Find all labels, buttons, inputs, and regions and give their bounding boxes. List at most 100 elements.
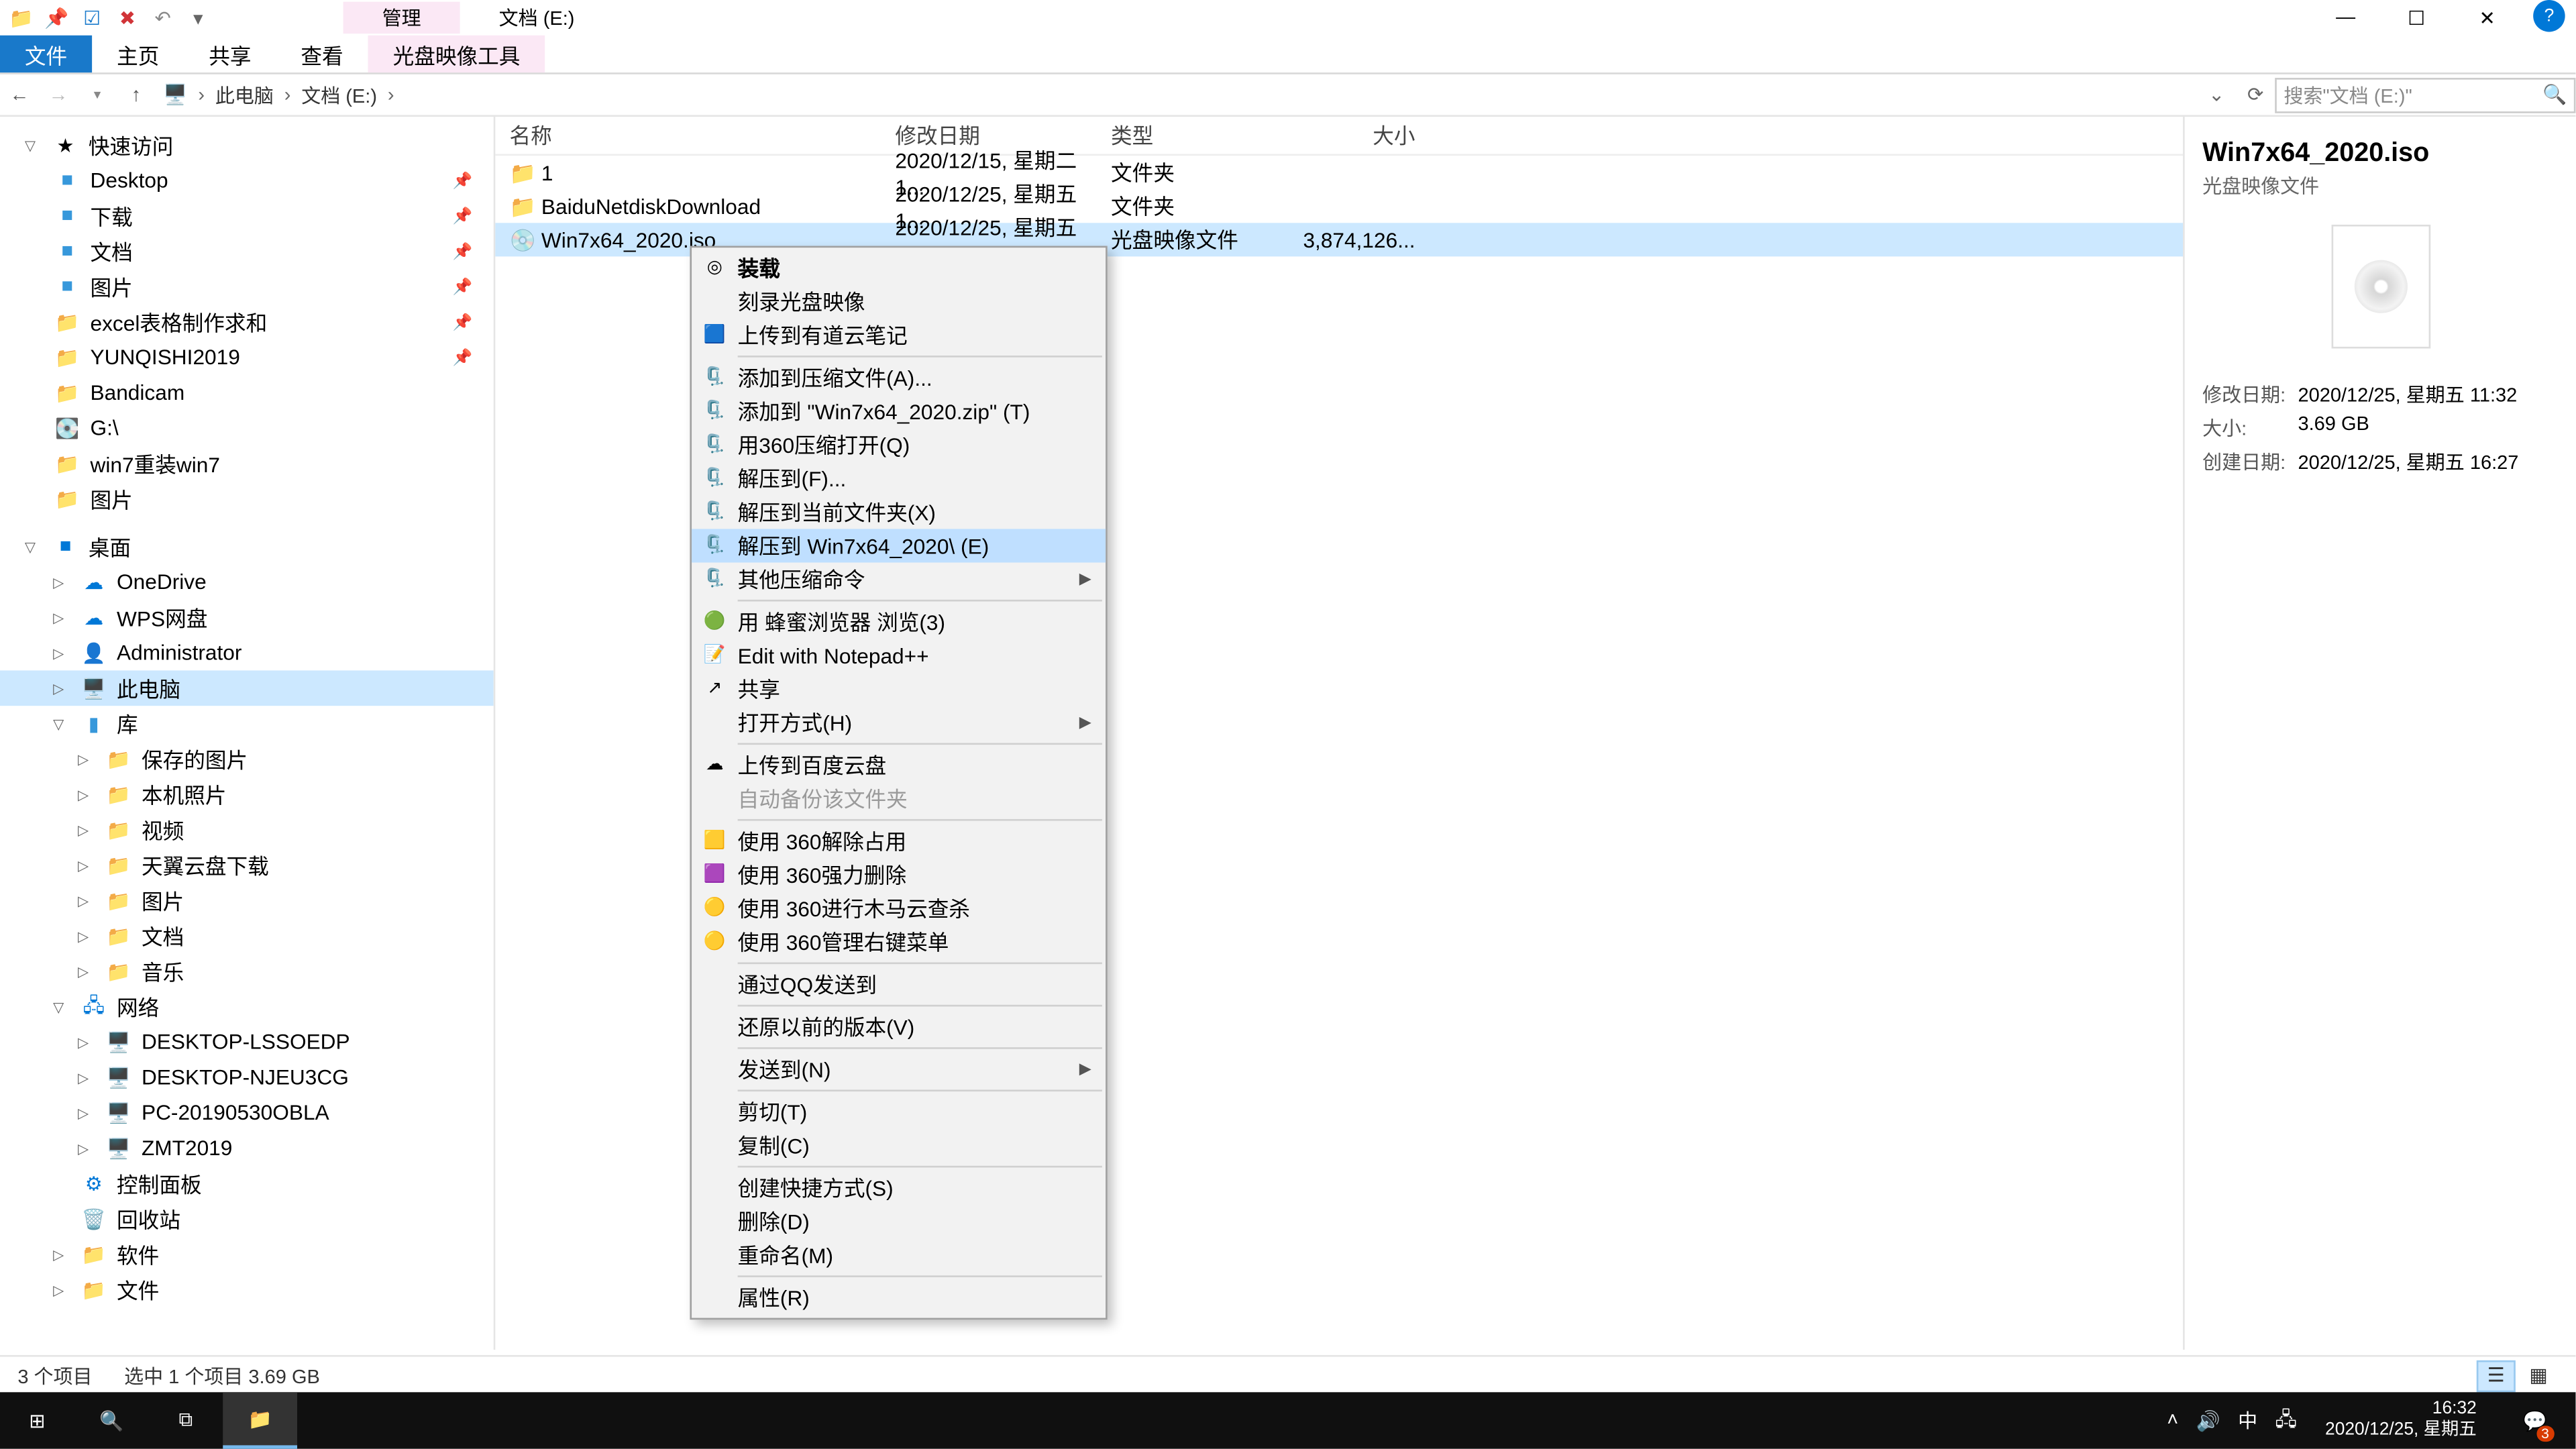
ribbon-tab-disc-tools[interactable]: 光盘映像工具	[368, 36, 545, 72]
qat-pin-icon[interactable]: 📌	[42, 3, 70, 32]
tree-pc1[interactable]: DESKTOP-LSSOEDP	[142, 1030, 350, 1055]
file-row[interactable]: 📁 1 2020/12/15, 星期二 1... 文件夹	[495, 156, 2183, 189]
tree-pc3[interactable]: PC-20190530OBLA	[142, 1100, 329, 1125]
col-type[interactable]: 类型	[1111, 120, 1288, 150]
tree-win7re[interactable]: win7重装win7	[90, 448, 219, 478]
tree-pc2[interactable]: DESKTOP-NJEU3CG	[142, 1065, 349, 1089]
tree-thispc-selected[interactable]: ▷🖥️此电脑	[0, 670, 494, 706]
system-tray[interactable]: ˄ 🔊 中 🖧 16:32 2020/12/25, 星期五 💬3	[2167, 1392, 2575, 1448]
breadcrumb-root-icon[interactable]: 🖥️	[156, 83, 195, 106]
maximize-button[interactable]: ☐	[2381, 0, 2451, 36]
context-menu-item[interactable]: 打开方式(H)▶	[692, 706, 1106, 739]
search-icon[interactable]: 🔍	[2542, 83, 2567, 106]
context-menu-item[interactable]: 剪切(T)	[692, 1095, 1106, 1128]
qat-dropdown-icon[interactable]: ▾	[184, 3, 212, 32]
tray-ime-icon[interactable]: 中	[2238, 1406, 2257, 1434]
tray-volume-icon[interactable]: 🔊	[2196, 1409, 2220, 1432]
tree-video[interactable]: 视频	[142, 814, 184, 845]
context-menu-item[interactable]: 🟪使用 360强力删除	[692, 858, 1106, 892]
refresh-button[interactable]: ⟳	[2236, 83, 2275, 106]
context-menu-item[interactable]: 复制(C)	[692, 1128, 1106, 1162]
ribbon-tab-file[interactable]: 文件	[0, 36, 92, 72]
file-row[interactable]: 📁 BaiduNetdiskDownload 2020/12/25, 星期五 1…	[495, 189, 2183, 223]
tree-ctrl[interactable]: 控制面板	[117, 1169, 202, 1199]
start-button[interactable]: ⊞	[0, 1392, 74, 1448]
qat-properties-icon[interactable]: ☑	[78, 3, 106, 32]
context-menu-item[interactable]: 刻录光盘映像	[692, 285, 1106, 319]
search-input[interactable]: 搜索"文档 (E:)" 🔍	[2275, 77, 2575, 113]
contextual-tab-manage[interactable]: 管理	[343, 2, 460, 34]
tree-pictures2[interactable]: 图片	[90, 484, 132, 514]
tree-wps[interactable]: WPS网盘	[117, 602, 207, 633]
breadcrumb-drive[interactable]: 文档 (E:)	[294, 80, 384, 109]
context-menu-item[interactable]: 删除(D)	[692, 1205, 1106, 1238]
tree-pictures[interactable]: 图片	[90, 272, 132, 302]
context-menu-item[interactable]: 重命名(M)	[692, 1238, 1106, 1272]
explorer-taskbar-icon[interactable]: 📁	[223, 1392, 297, 1448]
nav-forward-button[interactable]: →	[39, 84, 78, 105]
context-menu-item[interactable]: 🟢用 蜂蜜浏览器 浏览(3)	[692, 605, 1106, 639]
ribbon-tab-view[interactable]: 查看	[276, 36, 368, 72]
context-menu-item[interactable]: 还原以前的版本(V)	[692, 1010, 1106, 1044]
col-size[interactable]: 大小	[1288, 120, 1426, 150]
ribbon-tab-home[interactable]: 主页	[92, 36, 184, 72]
breadcrumb-thispc[interactable]: 此电脑	[208, 80, 280, 109]
context-menu-item[interactable]: 🗜️用360压缩打开(Q)	[692, 428, 1106, 462]
nav-up-button[interactable]: ↑	[117, 84, 156, 105]
context-menu-item[interactable]: 🗜️添加到 "Win7x64_2020.zip" (T)	[692, 394, 1106, 428]
context-menu-item[interactable]: ☁上传到百度云盘	[692, 748, 1106, 782]
search-button[interactable]: 🔍	[74, 1392, 149, 1448]
tree-excel[interactable]: excel表格制作求和	[90, 307, 267, 337]
context-menu-item[interactable]: 🟡使用 360进行木马云查杀	[692, 892, 1106, 925]
tree-desktop-cn[interactable]: 桌面	[89, 531, 131, 561]
context-menu-item[interactable]: 🗜️解压到 Win7x64_2020\ (E)	[692, 529, 1106, 562]
tree-downloads[interactable]: 下载	[90, 201, 132, 231]
view-icons-button[interactable]: ▦	[2519, 1360, 2558, 1391]
tree-doc3[interactable]: 文档	[142, 921, 184, 951]
context-menu-item[interactable]: 创建快捷方式(S)	[692, 1171, 1106, 1205]
context-menu-item[interactable]: 🗜️解压到(F)...	[692, 462, 1106, 495]
context-menu[interactable]: ◎装载刻录光盘映像🟦上传到有道云笔记 🗜️添加到压缩文件(A)...🗜️添加到 "…	[690, 246, 1107, 1320]
tree-quickaccess[interactable]: 快速访问	[89, 130, 174, 160]
help-button[interactable]: ?	[2533, 0, 2565, 32]
action-center-button[interactable]: 💬3	[2505, 1392, 2565, 1448]
context-menu-item[interactable]: 🟦上传到有道云笔记	[692, 319, 1106, 352]
address-dropdown-icon[interactable]: ⌄	[2197, 83, 2236, 106]
taskbar[interactable]: ⊞ 🔍 ⧉ 📁 ˄ 🔊 中 🖧 16:32 2020/12/25, 星期五 💬3	[0, 1392, 2575, 1448]
context-menu-item[interactable]: 属性(R)	[692, 1281, 1106, 1314]
qat-delete-icon[interactable]: ✖	[113, 3, 142, 32]
context-menu-item[interactable]: 📝Edit with Notepad++	[692, 639, 1106, 672]
tree-pic3[interactable]: 图片	[142, 885, 184, 916]
context-menu-item[interactable]: 通过QQ发送到	[692, 967, 1106, 1001]
context-menu-item[interactable]: ◎装载	[692, 251, 1106, 284]
context-menu-item[interactable]: 🗜️解压到当前文件夹(X)	[692, 495, 1106, 529]
context-menu-item[interactable]: 🟡使用 360管理右键菜单	[692, 925, 1106, 959]
tree-onedrive[interactable]: OneDrive	[117, 570, 207, 594]
column-headers[interactable]: 名称 修改日期 类型 大小	[495, 117, 2183, 156]
taskbar-clock[interactable]: 16:32 2020/12/25, 星期五	[2314, 1399, 2487, 1442]
navigation-tree[interactable]: ▽★快速访问 ■Desktop📌 ■下载📌 ■文档📌 ■图片📌 excel表格制…	[0, 117, 495, 1350]
tree-documents[interactable]: 文档	[90, 236, 132, 266]
tree-tianyi[interactable]: 天翼云盘下载	[142, 850, 269, 880]
view-details-button[interactable]: ☰	[2477, 1360, 2516, 1391]
context-menu-item[interactable]: 发送到(N)▶	[692, 1053, 1106, 1086]
context-menu-item[interactable]: 🗜️其他压缩命令▶	[692, 563, 1106, 596]
tray-chevron-icon[interactable]: ˄	[2167, 1410, 2178, 1432]
tree-network[interactable]: 网络	[117, 991, 159, 1022]
context-menu-item[interactable]: 🗜️添加到压缩文件(A)...	[692, 361, 1106, 394]
tree-pc4[interactable]: ZMT2019	[142, 1136, 232, 1161]
tree-recycle[interactable]: 回收站	[117, 1203, 180, 1234]
tree-bandicam[interactable]: Bandicam	[90, 380, 184, 405]
tree-soft[interactable]: 软件	[117, 1239, 159, 1269]
close-button[interactable]: ✕	[2452, 0, 2522, 36]
tree-savedpic[interactable]: 保存的图片	[142, 744, 248, 774]
nav-recent-dropdown[interactable]: ▾	[78, 87, 117, 103]
context-menu-item[interactable]: ↗共享	[692, 672, 1106, 706]
nav-back-button[interactable]: ←	[0, 84, 39, 105]
tree-localpic[interactable]: 本机照片	[142, 780, 227, 810]
ribbon-tab-share[interactable]: 共享	[184, 36, 276, 72]
tree-lib[interactable]: 库	[117, 708, 138, 739]
qat-undo-icon[interactable]: ↶	[149, 3, 177, 32]
col-name[interactable]: 名称	[509, 120, 895, 150]
minimize-button[interactable]: —	[2310, 0, 2381, 36]
